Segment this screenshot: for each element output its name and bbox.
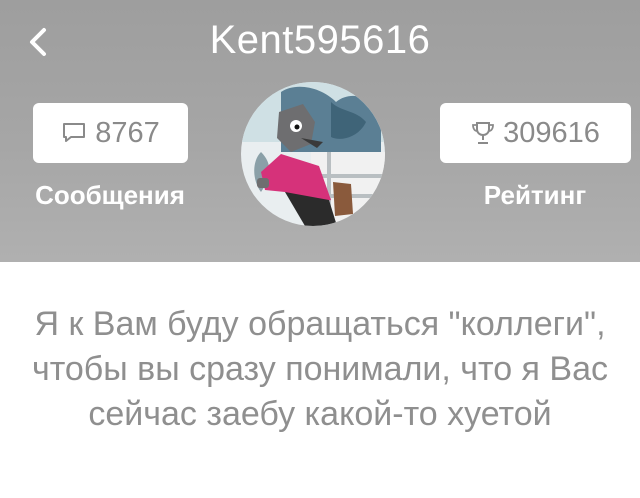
messages-label: Сообщения <box>35 180 185 210</box>
rating-value: 309616 <box>503 116 600 149</box>
messages-count: 8767 <box>95 116 160 149</box>
rating-button[interactable]: 309616 <box>440 103 631 163</box>
speech-bubble-icon <box>61 122 87 144</box>
profile-header: Kent595616 8767 Сообщения 309616 Рейтинг <box>0 0 640 262</box>
profile-username: Kent595616 <box>209 18 431 62</box>
avatar-image <box>241 82 385 226</box>
rating-label: Рейтинг <box>483 180 587 210</box>
messages-count-button[interactable]: 8767 <box>33 103 188 163</box>
trophy-icon <box>471 120 495 146</box>
avatar[interactable] <box>241 82 385 226</box>
profile-status-text: Я к Вам буду обращаться "коллеги", чтобы… <box>31 305 608 433</box>
